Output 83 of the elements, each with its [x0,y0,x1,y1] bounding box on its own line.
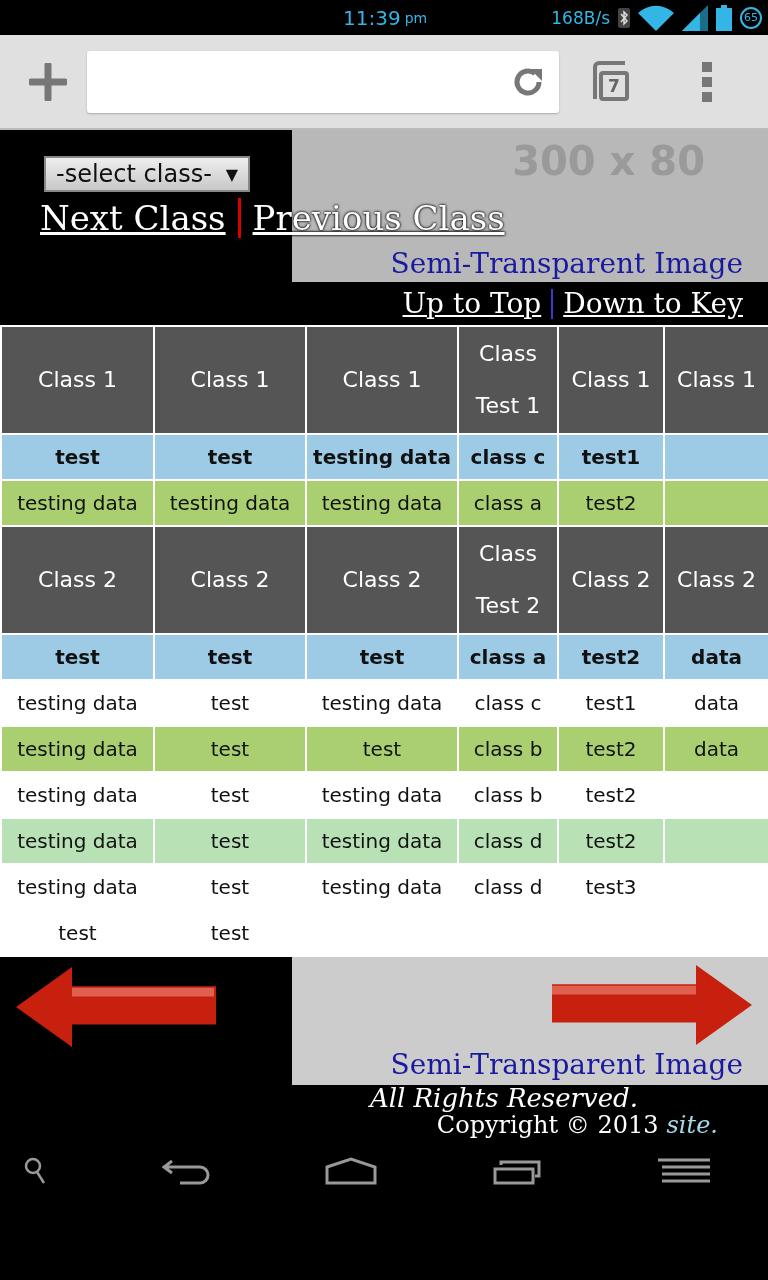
column-header: Class Test 2 [475,541,541,618]
key-cell: test1 [581,445,641,469]
table-cell: test1 [585,691,637,715]
table-cell: test [210,875,250,899]
key-cell: class a [469,645,547,669]
plus-icon[interactable] [29,62,67,101]
rights-text: All Rights Reserved. [367,1085,639,1111]
table-cell: test [210,829,250,853]
image-caption: Semi-Transparent Image [390,1048,743,1081]
notification-badge: 65 [740,6,762,29]
column-header: Class 2 [38,567,117,592]
image-caption: Semi-Transparent Image [390,246,743,280]
copyright-text: Copyright © 2013 [436,1111,659,1139]
column-header: Class 2 [571,567,651,592]
table-cell: test2 [585,783,637,807]
table-cell: testing data [321,829,443,853]
table-cell: test [362,737,402,761]
table-cell: class b [473,737,543,761]
table-cell: test2 [585,737,637,761]
column-header: Class Test 1 [475,341,541,418]
key-cell: test [359,645,405,669]
menu-icon[interactable] [658,1158,710,1184]
table-cell: class b [473,783,543,807]
table-cell: testing data [17,829,138,853]
column-header: Class 2 [677,567,756,592]
table-cell: class d [473,829,543,853]
key-cell: test [207,645,253,669]
key-cell: test [207,445,253,469]
table-cell: testing data [17,691,138,715]
signal-icon [682,4,708,31]
menu-icon[interactable] [701,61,713,102]
key-cell: testing data [313,445,451,469]
table-cell: testing data [17,737,138,761]
column-header: Class 1 [571,367,651,392]
table-cell: class d [473,875,543,899]
table-cell: test [210,691,250,715]
jump-link[interactable]: Up to Top [402,287,542,320]
class-select[interactable]: -select class- ▼ [44,156,251,192]
class-link[interactable]: Next Class [40,198,226,238]
key-cell: test2 [581,645,641,669]
column-header: Class 1 [190,367,270,392]
key-cell: test [55,445,100,469]
table-cell: data [693,691,740,715]
jump-link[interactable]: Down to Key [563,287,743,320]
table-cell: testing data [17,491,138,515]
table-cell: test2 [585,829,637,853]
site-link[interactable]: site. [666,1111,718,1139]
column-header: Class 2 [190,567,270,592]
back-icon[interactable] [161,1157,210,1185]
table-cell: test [210,737,250,761]
search-icon[interactable] [24,1157,46,1185]
tabs-button[interactable]: 7 [587,58,633,105]
clock-period: pm [404,9,428,26]
table-cell: class a [473,491,543,515]
key-cell: data [691,645,742,669]
table-cell: test [210,783,250,807]
table-cell: test2 [585,491,637,515]
key-cell: class c [470,445,546,469]
table-cell: test [58,921,97,945]
table-cell: class c [474,691,542,715]
table-cell: test [210,921,250,945]
column-header: Class 1 [677,367,756,392]
table-cell: testing data [321,875,443,899]
table-cell: testing data [321,783,443,807]
battery-icon [716,4,732,31]
table-cell: testing data [321,491,443,515]
table-cell: testing data [17,783,138,807]
column-header: Class 2 [342,567,422,592]
table-cell: testing data [321,691,443,715]
left-arrow-icon[interactable] [16,967,216,1047]
bluetooth-icon [618,7,630,28]
wifi-icon [638,4,674,31]
table-cell: test3 [585,875,637,899]
network-speed: 168B/s [551,7,610,28]
clock-time: 11:39 [343,5,401,30]
right-arrow-icon[interactable] [552,965,752,1045]
home-icon[interactable] [325,1157,377,1185]
table-cell: data [693,737,740,761]
column-header: Class 1 [38,367,117,392]
table-cell: testing data [169,491,291,515]
key-cell: test [55,645,100,669]
column-header: Class 1 [342,367,422,392]
table-cell: testing data [17,875,138,899]
